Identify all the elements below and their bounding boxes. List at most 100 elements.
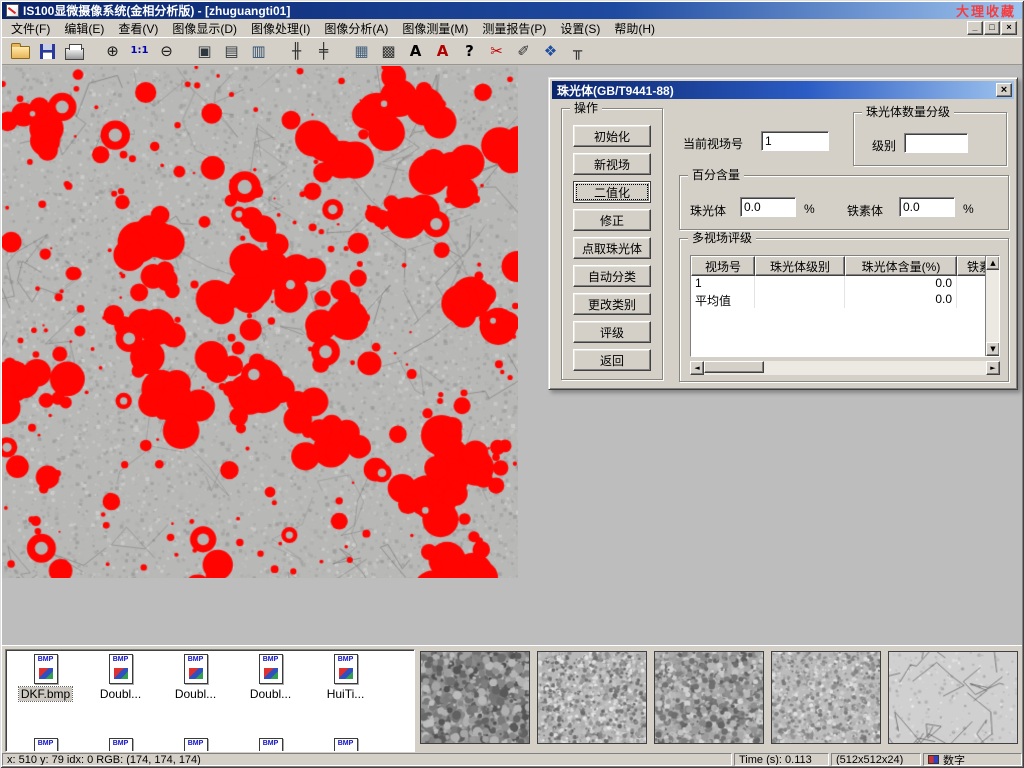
- menu-item-1[interactable]: 文件(F): [4, 18, 57, 39]
- title-bar[interactable]: IS100显微摄像系统(金相分析版) - [zhuguangti01] 大理收藏: [2, 2, 1022, 19]
- scroll-down-icon[interactable]: ▼: [986, 342, 1000, 356]
- file-item[interactable]: BMPDKF.bmp: [8, 654, 83, 701]
- auto-classify-button[interactable]: 自动分类: [573, 265, 651, 287]
- monitor-icon[interactable]: ▥: [246, 40, 271, 63]
- file-item[interactable]: BMPDoubl...: [83, 654, 158, 701]
- pearlite-percent-input[interactable]: [740, 197, 796, 217]
- column-header[interactable]: 珠光体级别: [755, 256, 845, 276]
- dark-grid-icon[interactable]: ▩: [376, 40, 401, 63]
- annotation-icon[interactable]: A: [430, 40, 455, 63]
- menu-item-5[interactable]: 图像处理(I): [244, 18, 317, 39]
- thumbnail-3[interactable]: [654, 651, 764, 744]
- time-status: Time (s): 0.113: [734, 753, 829, 766]
- return-button[interactable]: 返回: [573, 349, 651, 371]
- text-icon[interactable]: A: [403, 40, 428, 63]
- correct-button[interactable]: 修正: [573, 209, 651, 231]
- restore-child-icon[interactable]: □: [984, 21, 1000, 35]
- horizontal-scrollbar[interactable]: ◄ ►: [690, 361, 1000, 375]
- menu-item-8[interactable]: 测量报告(P): [475, 18, 553, 39]
- open-folder-icon[interactable]: [8, 40, 33, 63]
- file-type-badge: BMP: [110, 739, 132, 748]
- print-icon[interactable]: [62, 40, 87, 63]
- file-preview-art: [189, 668, 203, 679]
- menu-item-7[interactable]: 图像测量(M): [395, 18, 475, 39]
- palette-icon[interactable]: ❖: [538, 40, 563, 63]
- vertical-scrollbar[interactable]: ▲ ▼: [985, 256, 999, 356]
- multifield-group: 多视场评级 视场号珠光体级别珠光体含量(%)铁素 10.0平均值0.0 ▲ ▼ …: [679, 238, 1009, 382]
- grid-icon[interactable]: ▦: [349, 40, 374, 63]
- change-class-button[interactable]: 更改类别: [573, 293, 651, 315]
- bmp-file-icon: BMP: [259, 738, 283, 752]
- file-browser[interactable]: BMPDKF.bmpBMPDoubl...BMPDoubl...BMPDoubl…: [5, 649, 415, 752]
- mdi-window-controls: _ □ ×: [967, 21, 1020, 35]
- thumbnail-5[interactable]: [888, 651, 1018, 744]
- scroll-left-icon[interactable]: ◄: [690, 361, 704, 375]
- picker-icon[interactable]: ✐: [511, 40, 536, 63]
- save-icon[interactable]: [35, 40, 60, 63]
- zoom-in-icon[interactable]: ⊕: [100, 40, 125, 63]
- scissors-icon[interactable]: ✂: [484, 40, 509, 63]
- close-child-icon[interactable]: ×: [1001, 21, 1017, 35]
- binarize-button[interactable]: 二值化: [573, 181, 651, 203]
- file-row-partial: BMP BMP BMP BMP BMP: [8, 738, 383, 752]
- pick-pearlite-button[interactable]: 点取珠光体: [573, 237, 651, 259]
- menu-item-2[interactable]: 编辑(E): [57, 18, 111, 39]
- table-row[interactable]: 10.0: [691, 276, 999, 292]
- file-item[interactable]: BMP: [158, 738, 233, 752]
- bottom-panel: BMPDKF.bmpBMPDoubl...BMPDoubl...BMPDoubl…: [2, 645, 1022, 753]
- scroll-right-icon[interactable]: ►: [986, 361, 1000, 375]
- scrollbar-track[interactable]: [764, 361, 986, 375]
- caliper-icon[interactable]: ╫: [284, 40, 309, 63]
- thumbnail-2[interactable]: [537, 651, 647, 744]
- dialog-close-icon[interactable]: ×: [996, 83, 1012, 97]
- rate-button[interactable]: 评级: [573, 321, 651, 343]
- menu-item-3[interactable]: 查看(V): [111, 18, 165, 39]
- file-item[interactable]: BMPHuiTi...: [308, 654, 383, 701]
- new-field-button[interactable]: 新视场: [573, 153, 651, 175]
- metallograph-image[interactable]: [2, 66, 518, 578]
- thumbnail-1[interactable]: [420, 651, 530, 744]
- zoom-out-icon[interactable]: ⊖: [154, 40, 179, 63]
- minimize-child-icon[interactable]: _: [967, 21, 983, 35]
- current-field-input[interactable]: [761, 131, 829, 151]
- scroll-up-icon[interactable]: ▲: [986, 256, 1000, 270]
- menu-item-4[interactable]: 图像显示(D): [165, 18, 244, 39]
- mode-status: 数字: [923, 753, 1022, 766]
- file-item[interactable]: BMP: [233, 738, 308, 752]
- pearlite-dialog: 珠光体(GB/T9441-88) × 操作 初始化新视场二值化修正点取珠光体自动…: [548, 77, 1018, 390]
- file-item[interactable]: BMP: [83, 738, 158, 752]
- file-item[interactable]: BMPDoubl...: [158, 654, 233, 701]
- percent-group: 百分含量 珠光体 % 铁素体 %: [679, 175, 1009, 230]
- vertical-caliper-icon[interactable]: ╥: [565, 40, 590, 63]
- menu-item-6[interactable]: 图像分析(A): [317, 18, 395, 39]
- grade-label: 级别: [872, 137, 896, 154]
- file-item[interactable]: BMP: [308, 738, 383, 752]
- table-row[interactable]: 平均值0.0: [691, 292, 999, 308]
- bmp-file-icon: BMP: [259, 654, 283, 684]
- menu-item-9[interactable]: 设置(S): [553, 18, 607, 39]
- help-icon[interactable]: ?: [457, 40, 482, 63]
- camera-icon[interactable]: ▤: [219, 40, 244, 63]
- menu-item-10[interactable]: 帮助(H): [607, 18, 662, 39]
- bmp-file-icon: BMP: [184, 738, 208, 752]
- video-camera-icon[interactable]: ▣: [192, 40, 217, 63]
- scrollbar-thumb[interactable]: [704, 361, 764, 373]
- pearlite-unit-label: %: [804, 202, 815, 216]
- ferrite-percent-input[interactable]: [899, 197, 955, 217]
- dialog-title-bar[interactable]: 珠光体(GB/T9441-88) ×: [552, 81, 1014, 99]
- actual-size-icon[interactable]: 1:1: [127, 40, 152, 63]
- column-header[interactable]: 珠光体含量(%): [845, 256, 957, 276]
- table-cell: 0.0: [845, 276, 957, 292]
- file-type-badge: BMP: [185, 739, 207, 748]
- micrometer-icon[interactable]: ╪: [311, 40, 336, 63]
- file-item[interactable]: BMPDoubl...: [233, 654, 308, 701]
- application-window: IS100显微摄像系统(金相分析版) - [zhuguangti01] 大理收藏…: [0, 0, 1024, 768]
- file-type-badge: BMP: [260, 655, 282, 664]
- grade-input[interactable]: [904, 133, 968, 153]
- thumbnail-4[interactable]: [771, 651, 881, 744]
- initialize-button[interactable]: 初始化: [573, 125, 651, 147]
- file-item[interactable]: BMP: [8, 738, 83, 752]
- column-header[interactable]: 视场号: [691, 256, 755, 276]
- menu-bar: 文件(F)编辑(E)查看(V)图像显示(D)图像处理(I)图像分析(A)图像测量…: [2, 19, 1022, 38]
- file-name-label: Doubl...: [173, 687, 218, 701]
